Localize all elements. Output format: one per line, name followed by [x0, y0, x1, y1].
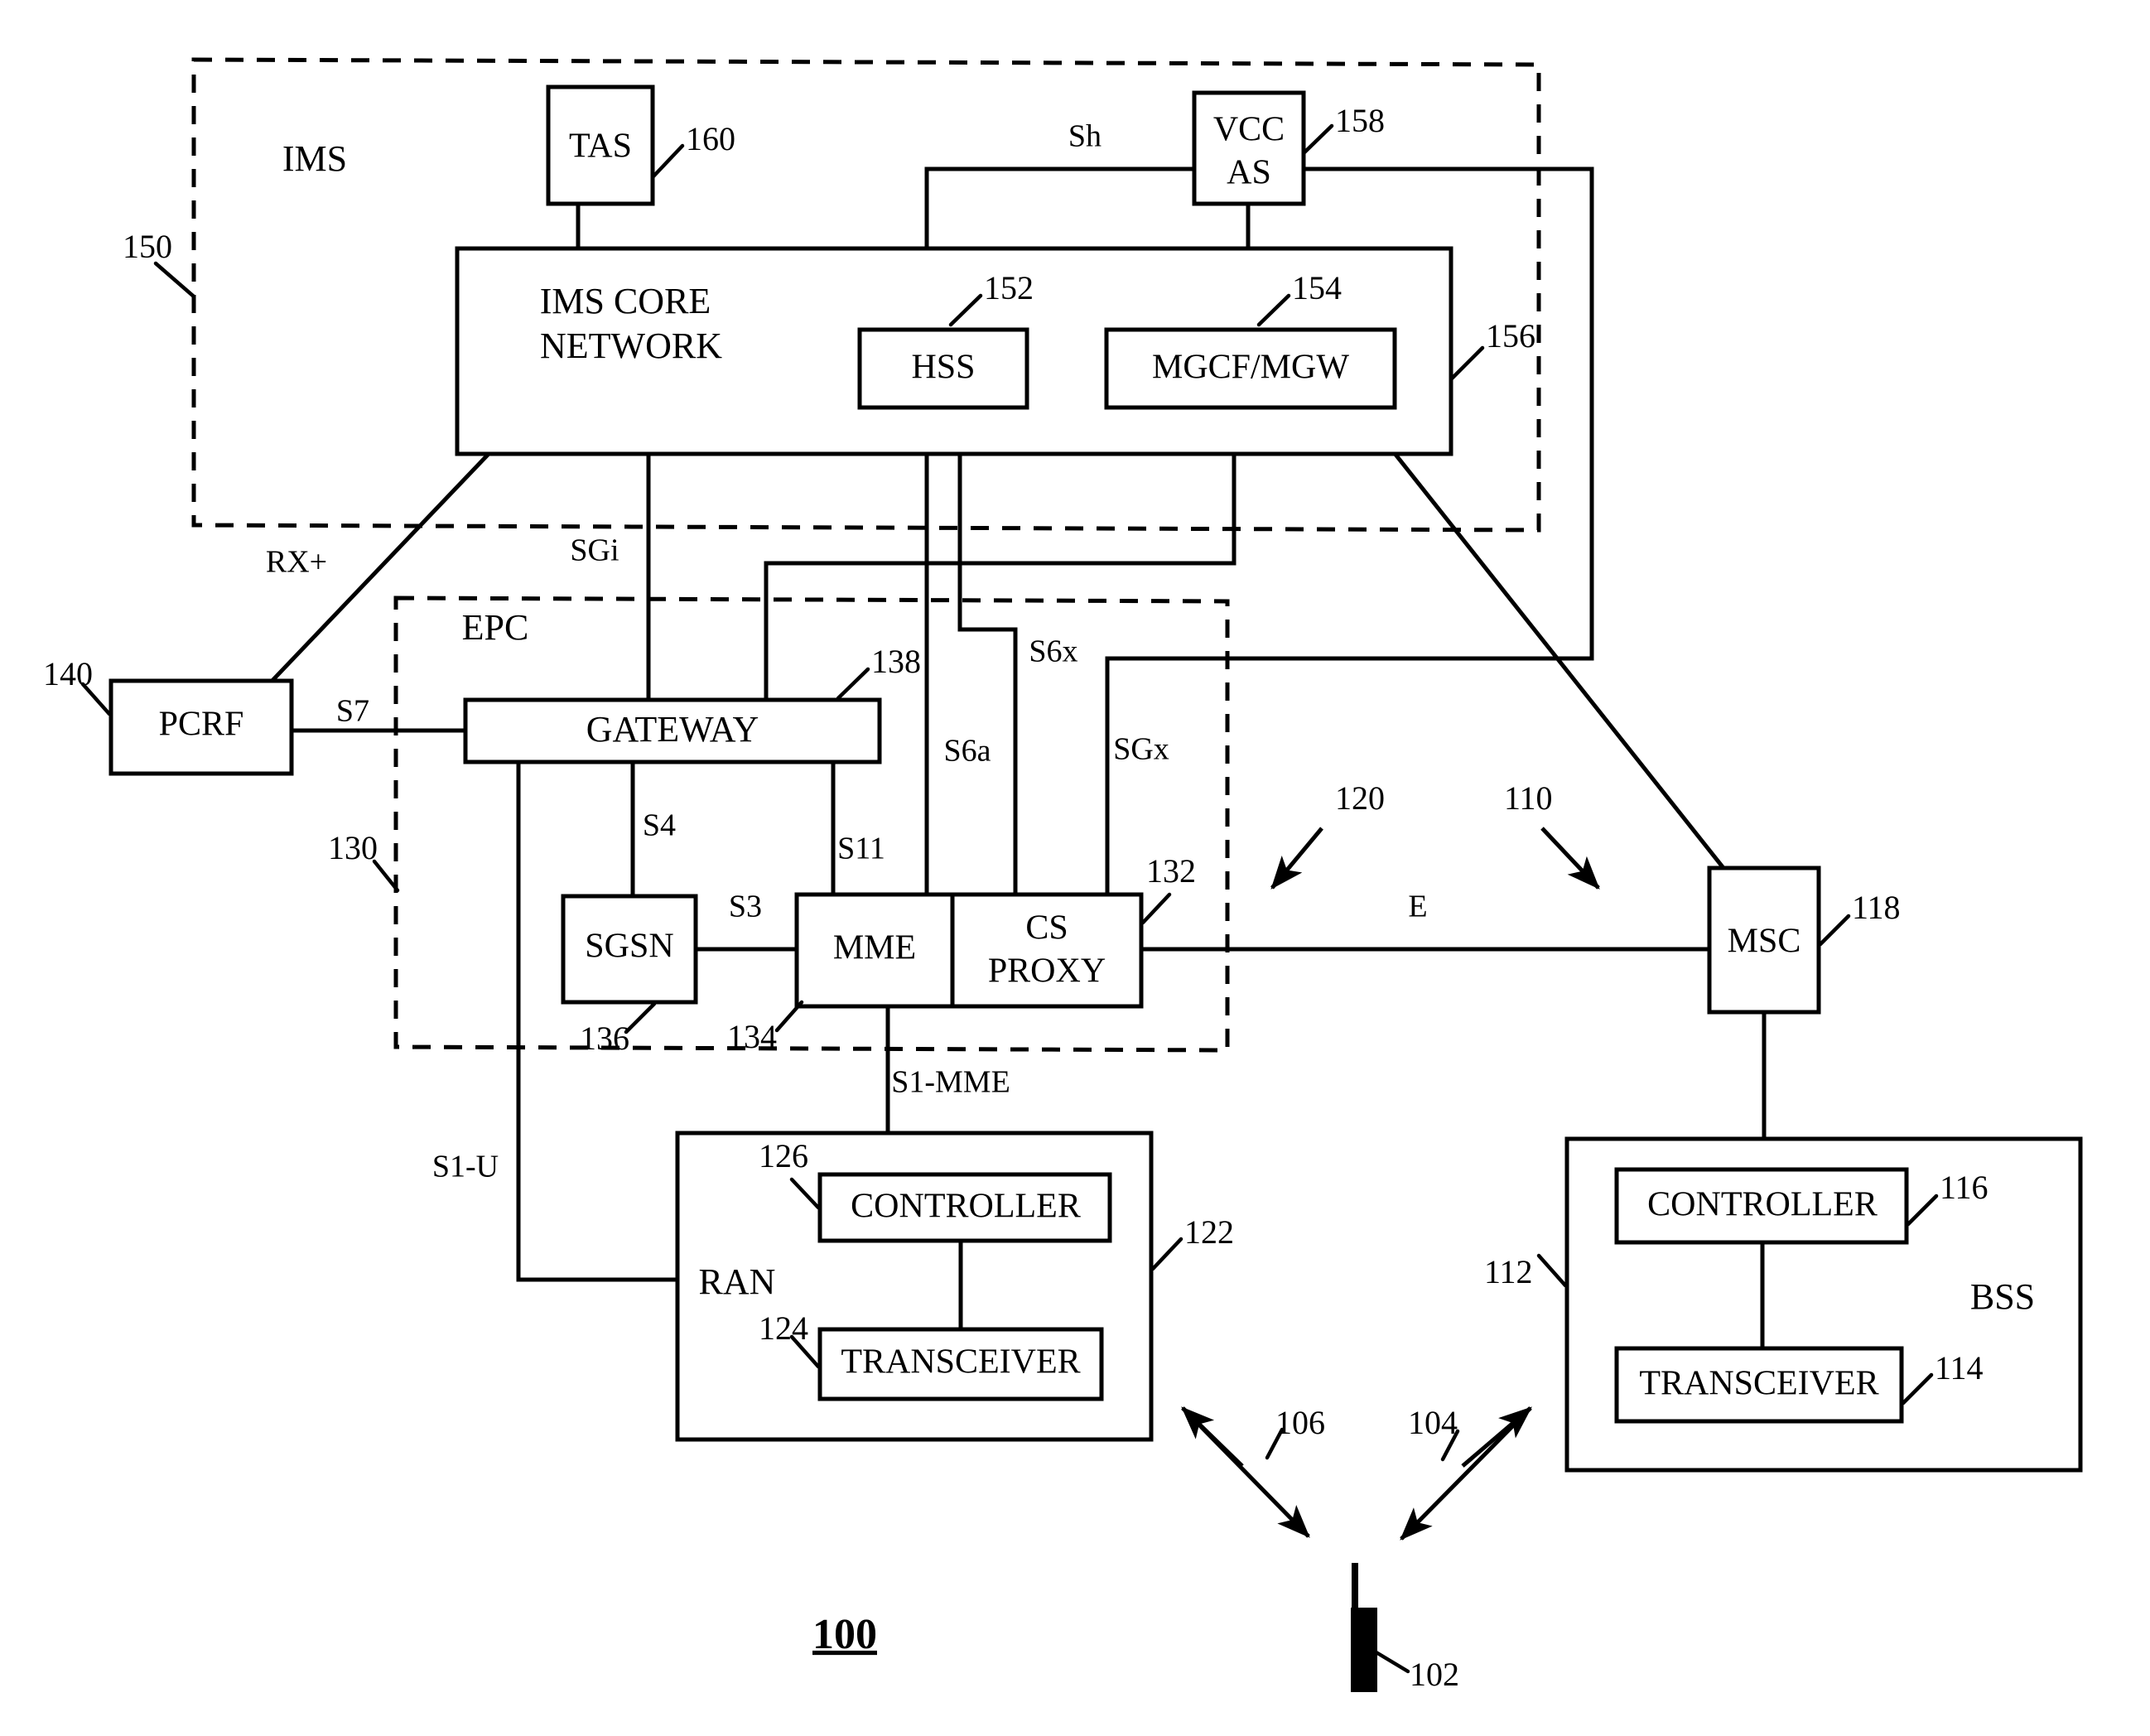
ref-138: 138	[871, 643, 921, 680]
ref-154: 154	[1292, 269, 1342, 306]
box-bss-label: BSS	[1970, 1276, 2035, 1317]
leader-156	[1449, 345, 1485, 382]
ref-132: 132	[1146, 852, 1196, 890]
ref-118: 118	[1852, 889, 1901, 926]
iface-s1u-label: S1-U	[432, 1150, 499, 1184]
leader-160	[650, 143, 685, 180]
iface-s6x-label: S6x	[1029, 634, 1077, 669]
iface-sgi-label: SGi	[570, 533, 619, 568]
box-cs-proxy-label-2: PROXY	[988, 952, 1106, 991]
box-tas-label: TAS	[569, 128, 632, 166]
region-epc-label: EPC	[462, 607, 529, 648]
leader-106	[1265, 1427, 1285, 1460]
diagram-canvas: TAS 160 VCC AS 158 IMS CORE NETWORK 156 …	[43, 57, 2083, 1693]
ref-122: 122	[1184, 1213, 1234, 1251]
box-msc-label: MSC	[1728, 923, 1801, 961]
iface-rx-label: RX+	[266, 545, 327, 580]
ref-140: 140	[43, 655, 93, 692]
iface-s6a-label: S6a	[944, 734, 991, 769]
arrow-110	[1540, 827, 1600, 890]
box-cs-proxy-label-1: CS	[1025, 909, 1068, 948]
wire-hss-s6x	[957, 405, 1018, 897]
box-gateway-label: GATEWAY	[586, 709, 759, 750]
box-mme-label: MME	[833, 929, 916, 967]
iface-s1mme-label: S1-MME	[891, 1065, 1010, 1100]
iface-sh-label: Sh	[1068, 119, 1102, 154]
box-bss-transceiver-label: TRANSCEIVER	[1639, 1365, 1878, 1403]
box-ims-core-label-2: NETWORK	[540, 326, 722, 366]
box-ran-controller-label: CONTROLLER	[851, 1188, 1081, 1226]
leader-158	[1301, 123, 1334, 156]
ref-136: 136	[580, 1020, 629, 1057]
leader-118	[1818, 914, 1851, 947]
iface-s7-label: S7	[336, 694, 369, 729]
ref-156: 156	[1486, 317, 1535, 354]
leader-138	[836, 667, 870, 701]
leader-122	[1150, 1237, 1183, 1271]
leader-134	[774, 1000, 804, 1033]
iface-s3-label: S3	[729, 890, 762, 924]
iface-e-label: E	[1408, 890, 1427, 924]
box-vcc-as-label-2: AS	[1227, 154, 1271, 192]
ref-120: 120	[1335, 779, 1385, 817]
ref-116: 116	[1940, 1169, 1989, 1206]
box-ran-label: RAN	[699, 1261, 776, 1302]
box-bss-controller-label: CONTROLLER	[1647, 1186, 1878, 1224]
ref-126: 126	[759, 1137, 808, 1174]
iface-sgx-label: SGx	[1113, 732, 1169, 767]
ref-158: 158	[1335, 102, 1385, 139]
ref-102: 102	[1410, 1656, 1459, 1693]
arrow-120	[1270, 827, 1323, 890]
box-ran-transceiver-label: TRANSCEIVER	[841, 1343, 1080, 1382]
ue-antenna-icon	[1352, 1563, 1358, 1616]
wire-imscore-pcrf-rx	[243, 451, 492, 711]
box-pcrf-label: PCRF	[159, 706, 244, 744]
ref-112: 112	[1484, 1253, 1533, 1290]
box-mgcf-mgw-label: MGCF/MGW	[1152, 349, 1349, 387]
box-sgsn-label: SGSN	[585, 928, 673, 966]
patent-figure-page: TAS 160 VCC AS 158 IMS CORE NETWORK 156 …	[0, 0, 2150, 1736]
box-hss-label: HSS	[911, 349, 975, 387]
leader-112	[1536, 1253, 1568, 1288]
ref-134: 134	[727, 1018, 777, 1055]
leader-150	[153, 261, 196, 299]
iface-s11-label: S11	[837, 832, 885, 866]
ue-body-icon	[1351, 1608, 1377, 1692]
iface-s4-label: S4	[643, 808, 676, 843]
ref-160: 160	[686, 120, 735, 157]
ref-104: 104	[1408, 1404, 1458, 1441]
leader-102	[1372, 1649, 1410, 1674]
leader-132	[1140, 892, 1172, 925]
figure-number: 100	[812, 1611, 877, 1658]
ref-152: 152	[984, 269, 1034, 306]
ref-106: 106	[1275, 1404, 1325, 1441]
box-ims-core-label-1: IMS CORE	[540, 281, 711, 321]
ref-110: 110	[1504, 779, 1553, 817]
leader-136	[624, 1001, 657, 1034]
ref-130: 130	[328, 829, 378, 866]
ref-124: 124	[759, 1309, 808, 1347]
ref-150: 150	[123, 228, 172, 265]
region-ims-label: IMS	[282, 138, 347, 179]
ref-114: 114	[1935, 1349, 1984, 1386]
box-vcc-as-label-1: VCC	[1213, 111, 1285, 149]
